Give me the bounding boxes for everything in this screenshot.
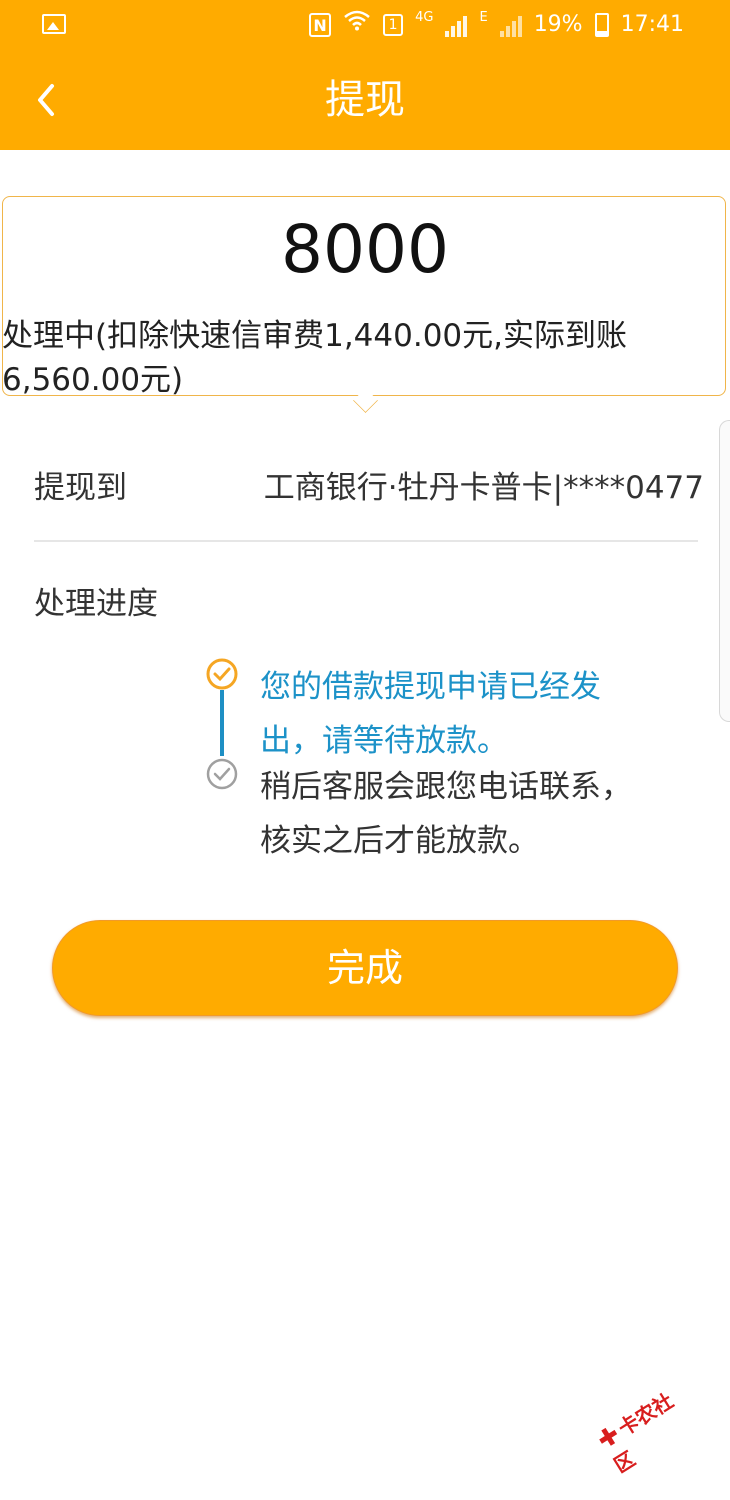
wifi-badge: 1 bbox=[383, 14, 404, 36]
progress-label: 处理进度 bbox=[34, 586, 158, 622]
signal-icon bbox=[445, 13, 468, 37]
processing-status: 处理中(扣除快速信审费1,440.00元,实际到账6,560.00元) bbox=[2, 318, 627, 398]
battery-icon bbox=[594, 13, 609, 37]
gallery-notification-icon bbox=[42, 14, 66, 34]
check-circle-icon-done bbox=[206, 658, 238, 690]
status-bar: N 1 4G E 19% 17:41 bbox=[0, 0, 730, 52]
wifi-icon bbox=[343, 9, 371, 41]
check-circle-icon-pending bbox=[206, 758, 238, 790]
watermark-logo: 卡农社区 bbox=[592, 1376, 709, 1480]
page-title: 提现 bbox=[325, 77, 405, 123]
nfc-icon: N bbox=[309, 13, 332, 37]
progress-step-1: 您的借款提现申请已经发出，请等待放款。 bbox=[260, 669, 601, 759]
progress-step-2: 稍后客服会跟您电话联系，核实之后才能放款。 bbox=[260, 769, 632, 859]
progress-line bbox=[220, 690, 224, 756]
bank-card-info: 工商银行·牡丹卡普卡|****0477 bbox=[263, 470, 704, 506]
network-4g-label: 4G bbox=[415, 10, 434, 25]
watermark-text: 卡农社区 bbox=[609, 1388, 678, 1478]
app-header: N 1 4G E 19% 17:41 提现 bbox=[0, 0, 730, 150]
battery-percent: 19% bbox=[533, 12, 583, 37]
withdraw-to-label: 提现到 bbox=[34, 470, 127, 506]
watermark-cross-icon bbox=[595, 1424, 620, 1449]
network-e-label: E bbox=[479, 10, 488, 25]
signal-icon-2 bbox=[499, 13, 522, 37]
side-pull-tab[interactable] bbox=[719, 420, 730, 722]
withdraw-amount: 8000 bbox=[281, 211, 449, 288]
done-button[interactable]: 完成 bbox=[52, 920, 678, 1016]
divider bbox=[34, 540, 698, 542]
status-icons: N 1 4G E 19% 17:41 bbox=[309, 9, 684, 41]
clock: 17:41 bbox=[620, 12, 684, 37]
